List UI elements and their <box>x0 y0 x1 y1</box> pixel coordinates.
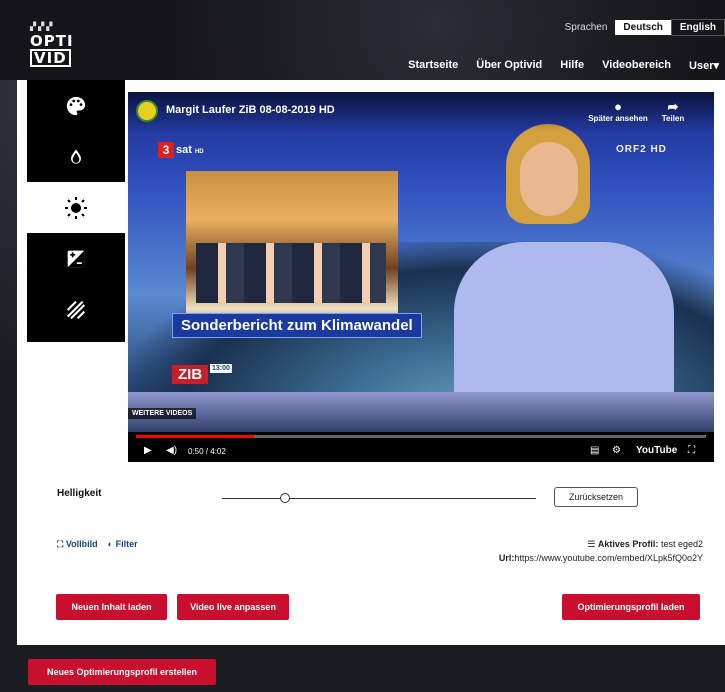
main-nav: Startseite Über Optivid Hilfe Videoberei… <box>408 59 719 72</box>
url-label: Url: <box>498 553 515 563</box>
video-progress-bar[interactable] <box>136 435 706 438</box>
share-label: Teilen <box>661 114 685 123</box>
profile-info: ☰ Aktives Profil: test eged2 Url:https:/… <box>499 537 703 565</box>
play-icon[interactable]: ▶ <box>144 445 152 456</box>
channel-hd: HD <box>194 149 204 155</box>
nav-ueber-optivid[interactable]: Über Optivid <box>476 59 542 72</box>
logo-line1: OPTI <box>30 32 74 50</box>
load-content-button[interactable]: Neuen Inhalt laden <box>56 594 167 620</box>
anchor-face <box>520 142 578 216</box>
broadcaster-logo: ORF2 HD <box>616 144 667 155</box>
palette-icon[interactable] <box>27 80 125 131</box>
view-options: ⛶ Vollbild ◐ Filter <box>57 539 138 550</box>
nav-videobereich[interactable]: Videobereich <box>602 59 671 72</box>
video-title[interactable]: Margit Laufer ZiB 08-08-2019 HD <box>166 104 335 116</box>
video-title-bar: Margit Laufer ZiB 08-08-2019 HD ● Später … <box>128 92 714 132</box>
share-icon: ➦ <box>667 99 679 114</box>
watch-later-button[interactable]: ● Später ansehen <box>588 99 648 124</box>
volume-icon[interactable]: ◀) <box>166 445 177 456</box>
filter-toggle[interactable]: ◐ Filter <box>108 539 138 550</box>
watch-later-label: Später ansehen <box>588 114 648 123</box>
nav-user-menu[interactable]: User▾ <box>689 59 719 72</box>
news-anchor <box>444 124 682 434</box>
optivid-logo[interactable]: ▞▞▞ OPTI VID <box>30 20 74 67</box>
reset-button[interactable]: Zurücksetzen <box>554 487 638 507</box>
exposure-icon[interactable] <box>27 233 125 284</box>
load-profile-button[interactable]: Optimierungsprofil laden <box>562 594 700 620</box>
live-adjust-button[interactable]: Video live anpassen <box>177 594 289 620</box>
channel-name: sat HD <box>176 144 204 156</box>
fullscreen-link-label: Vollbild <box>65 539 98 549</box>
subtitles-icon[interactable]: ▤ <box>590 445 599 456</box>
video-inset-image <box>186 171 398 333</box>
more-videos-button[interactable]: WEITERE VIDEOS <box>128 408 197 419</box>
brightness-icon[interactable] <box>27 182 125 233</box>
lower-third: Sonderbericht zum Klimawandel <box>172 313 422 338</box>
show-time: 13:00 <box>210 364 232 373</box>
video-time: 0:50 / 4:02 <box>188 447 226 456</box>
active-profile-label: Aktives Profil: <box>597 539 659 549</box>
inset-people <box>196 243 386 303</box>
share-button[interactable]: ➦ Teilen <box>658 99 688 124</box>
clock-icon: ● <box>614 99 622 114</box>
hatch-icon[interactable] <box>27 284 125 335</box>
nav-startseite[interactable]: Startseite <box>408 59 458 72</box>
active-profile-line: ☰ Aktives Profil: test eged2 <box>499 537 703 551</box>
youtube-logo[interactable]: YouTube <box>636 445 677 456</box>
new-profile-button[interactable]: Neues Optimierungsprofil erstellen <box>28 659 216 685</box>
url-value: https://www.youtube.com/embed/XLpk5fQ0o2… <box>514 553 703 563</box>
filter-toolbar <box>27 80 125 342</box>
filter-toggle-icon: ◐ <box>107 539 114 549</box>
news-desk <box>128 392 714 432</box>
fullscreen-link-icon: ⛶ <box>57 539 64 549</box>
channel-name-text: sat <box>176 144 192 156</box>
fullscreen-link[interactable]: ⛶ Vollbild <box>57 539 98 550</box>
show-logo: ZIB <box>172 365 209 384</box>
filter-toggle-label: Filter <box>115 539 138 549</box>
control-label: Helligkeit <box>57 488 102 499</box>
list-icon: ☰ <box>587 539 596 549</box>
language-english[interactable]: English <box>670 19 725 36</box>
top-bar: ▞▞▞ OPTI VID Sprachen Deutsch English St… <box>0 0 725 80</box>
video-player[interactable]: 3 sat HD ORF2 HD Sonderbericht zum Klima… <box>128 92 714 462</box>
channel-avatar[interactable] <box>136 100 158 122</box>
settings-icon[interactable]: ⚙ <box>612 445 621 456</box>
language-deutsch[interactable]: Deutsch <box>615 20 671 35</box>
video-control-bar: ▶ ◀) 0:50 / 4:02 ▤ ⚙ YouTube ⛶ <box>128 432 714 462</box>
video-progress-fill <box>136 435 254 438</box>
slider-knob[interactable] <box>279 493 290 503</box>
fullscreen-icon[interactable]: ⛶ <box>688 445 695 456</box>
language-switcher: Sprachen Deutsch English <box>565 19 725 36</box>
logo-line2: VID <box>30 49 71 67</box>
drop-icon[interactable] <box>27 131 125 182</box>
brightness-slider[interactable] <box>222 493 536 503</box>
channel-number: 3 <box>158 142 174 158</box>
active-profile-value: test eged2 <box>660 539 703 549</box>
language-label: Sprachen <box>564 22 608 33</box>
nav-hilfe[interactable]: Hilfe <box>560 59 584 72</box>
url-line: Url:https://www.youtube.com/embed/XLpk5f… <box>499 551 703 565</box>
